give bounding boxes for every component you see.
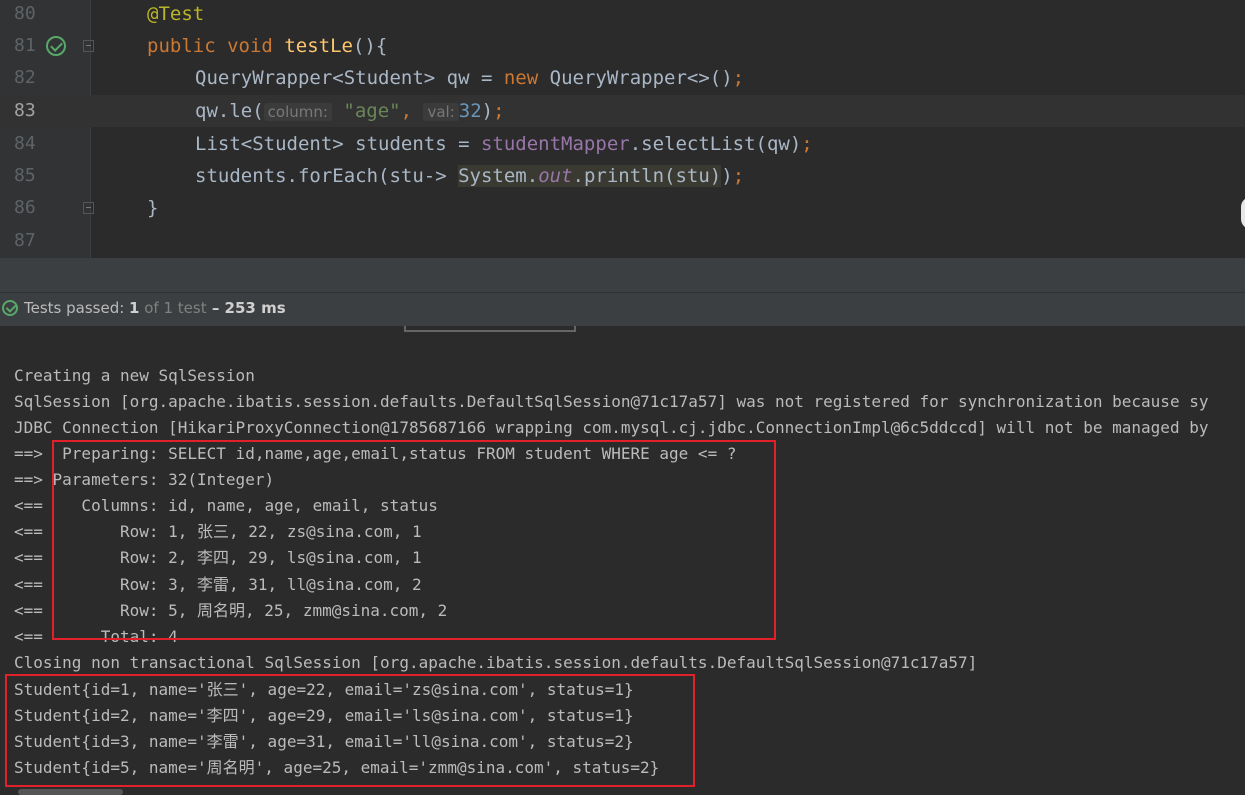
code-text[interactable]: @Test bbox=[147, 0, 204, 30]
fold-marker-icon[interactable] bbox=[83, 40, 94, 52]
line-number: 86 bbox=[14, 197, 36, 218]
horizontal-scrollbar[interactable] bbox=[18, 789, 123, 795]
run-console[interactable]: Creating a new SqlSession SqlSession [or… bbox=[0, 326, 1245, 795]
console-line: JDBC Connection [HikariProxyConnection@1… bbox=[14, 418, 1209, 437]
line-number: 84 bbox=[14, 133, 36, 154]
code-line[interactable]: 81 public void testLe(){ bbox=[0, 30, 1245, 62]
code-text[interactable]: students.forEach(stu-> System.out.printl… bbox=[195, 160, 744, 192]
code-text[interactable]: QueryWrapper<Student> qw = new QueryWrap… bbox=[195, 62, 744, 94]
code-line[interactable]: 85 students.forEach(stu-> System.out.pri… bbox=[0, 160, 1245, 192]
console-line: Creating a new SqlSession bbox=[14, 366, 255, 385]
floating-button-edge[interactable] bbox=[1241, 197, 1245, 229]
code-text[interactable]: qw.le(column: "age", val: 32); bbox=[195, 95, 505, 128]
line-number: 85 bbox=[14, 165, 36, 186]
line-number: 83 bbox=[14, 100, 36, 121]
code-text[interactable]: List<Student> students = studentMapper.s… bbox=[195, 128, 813, 160]
usage-highlight: System.out.println(stu) bbox=[458, 165, 722, 187]
panel-divider[interactable] bbox=[0, 258, 1245, 292]
check-circle-icon bbox=[2, 300, 18, 316]
console-line: Closing non transactional SqlSession [or… bbox=[14, 653, 978, 672]
console-line: SqlSession [org.apache.ibatis.session.de… bbox=[14, 392, 1209, 411]
code-line[interactable]: 86 } bbox=[0, 192, 1245, 224]
code-text[interactable]: } bbox=[147, 192, 158, 224]
code-line[interactable]: 84 List<Student> students = studentMappe… bbox=[0, 128, 1245, 160]
code-text[interactable]: public void testLe(){ bbox=[147, 30, 387, 62]
truncated-output-bracket bbox=[404, 326, 576, 332]
code-line[interactable]: 87 bbox=[0, 225, 1245, 257]
result-highlight-box bbox=[5, 674, 695, 787]
param-hint-val: val: bbox=[423, 103, 459, 121]
fold-marker-icon[interactable] bbox=[83, 202, 94, 214]
param-hint-column: column: bbox=[263, 103, 332, 121]
test-passed-run-icon[interactable] bbox=[46, 36, 66, 56]
code-line[interactable]: 80 @Test bbox=[0, 0, 1245, 30]
code-line[interactable]: 82 QueryWrapper<Student> qw = new QueryW… bbox=[0, 62, 1245, 94]
test-status-text: Tests passed: 1 of 1 test – 253 ms bbox=[24, 299, 286, 317]
code-editor[interactable]: 80 @Test 81 public void testLe(){ 82 Que… bbox=[0, 0, 1245, 258]
sql-log-highlight-box bbox=[52, 440, 776, 640]
line-number: 80 bbox=[14, 3, 36, 24]
line-number: 87 bbox=[14, 230, 36, 251]
line-number: 82 bbox=[14, 67, 36, 88]
code-line-current[interactable]: 83 qw.le(column: "age", val: 32); bbox=[0, 95, 1245, 127]
